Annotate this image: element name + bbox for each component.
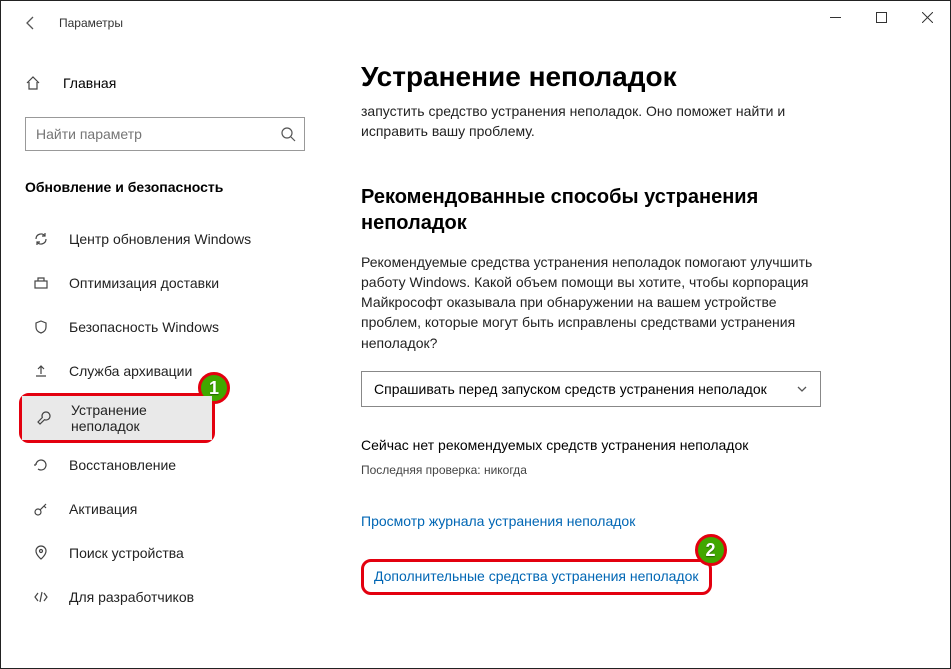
- intro-text: запустить средство устранения неполадок.…: [361, 101, 821, 142]
- nav-label: Для разработчиков: [69, 589, 194, 605]
- back-icon[interactable]: [21, 13, 41, 33]
- home-label: Главная: [63, 75, 116, 91]
- nav-item-backup[interactable]: Служба архивации: [25, 349, 315, 393]
- close-button[interactable]: [904, 1, 950, 33]
- nav-item-windows-update[interactable]: Центр обновления Windows: [25, 217, 315, 261]
- status-text: Сейчас нет рекомендуемых средств устране…: [361, 437, 910, 453]
- last-check-text: Последняя проверка: никогда: [361, 463, 910, 477]
- chevron-down-icon: [796, 383, 808, 395]
- code-icon: [31, 589, 51, 605]
- section-desc: Рекомендуемые средства устранения непола…: [361, 252, 821, 353]
- nav-label: Поиск устройства: [69, 545, 184, 561]
- nav-item-delivery-optimization[interactable]: Оптимизация доставки: [25, 261, 315, 305]
- nav-item-recovery[interactable]: Восстановление: [25, 443, 315, 487]
- badge-2: 2: [695, 534, 727, 566]
- dropdown-value: Спрашивать перед запуском средств устран…: [374, 381, 767, 397]
- nav-label: Активация: [69, 501, 137, 517]
- search-box[interactable]: [25, 117, 305, 151]
- nav-label: Восстановление: [69, 457, 176, 473]
- section-title: Обновление и безопасность: [25, 179, 315, 195]
- nav-label: Оптимизация доставки: [69, 275, 219, 291]
- nav-item-find-device[interactable]: Поиск устройства: [25, 531, 315, 575]
- titlebar: Параметры: [1, 1, 950, 45]
- highlight-1: 1 Устранение неполадок: [19, 393, 215, 443]
- maximize-button[interactable]: [858, 1, 904, 33]
- section-heading: Рекомендованные способы устранения непол…: [361, 184, 821, 236]
- nav-item-activation[interactable]: Активация: [25, 487, 315, 531]
- wrench-icon: [34, 410, 53, 426]
- link-history[interactable]: Просмотр журнала устранения неполадок: [361, 513, 910, 529]
- nav-label: Служба архивации: [69, 363, 192, 379]
- search-icon: [280, 126, 296, 142]
- troubleshoot-preference-dropdown[interactable]: Спрашивать перед запуском средств устран…: [361, 371, 821, 407]
- sync-icon: [31, 231, 51, 247]
- page-title: Устранение неполадок: [361, 61, 910, 93]
- recovery-icon: [31, 457, 51, 473]
- home-icon: [25, 75, 45, 91]
- window-controls: [812, 1, 950, 33]
- nav-label: Безопасность Windows: [69, 319, 219, 335]
- content: Устранение неполадок запустить средство …: [321, 45, 950, 668]
- link-additional-troubleshooters[interactable]: Дополнительные средства устранения непол…: [374, 568, 699, 584]
- location-icon: [31, 545, 51, 561]
- nav-item-developers[interactable]: Для разработчиков: [25, 575, 315, 619]
- shield-icon: [31, 319, 51, 335]
- nav-list: Центр обновления Windows Оптимизация дос…: [25, 217, 315, 619]
- nav-item-windows-security[interactable]: Безопасность Windows: [25, 305, 315, 349]
- upload-icon: [31, 363, 51, 379]
- search-input[interactable]: [36, 126, 280, 142]
- key-icon: [31, 501, 51, 517]
- minimize-button[interactable]: [812, 1, 858, 33]
- delivery-icon: [31, 275, 51, 291]
- nav-item-troubleshoot[interactable]: Устранение неполадок: [22, 396, 212, 440]
- nav-label: Центр обновления Windows: [69, 231, 251, 247]
- sidebar: Главная Обновление и безопасность Центр …: [1, 45, 321, 668]
- window-title: Параметры: [59, 16, 123, 30]
- home-link[interactable]: Главная: [25, 63, 315, 103]
- highlight-2: 2 Дополнительные средства устранения неп…: [361, 559, 712, 595]
- nav-label: Устранение неполадок: [71, 402, 212, 434]
